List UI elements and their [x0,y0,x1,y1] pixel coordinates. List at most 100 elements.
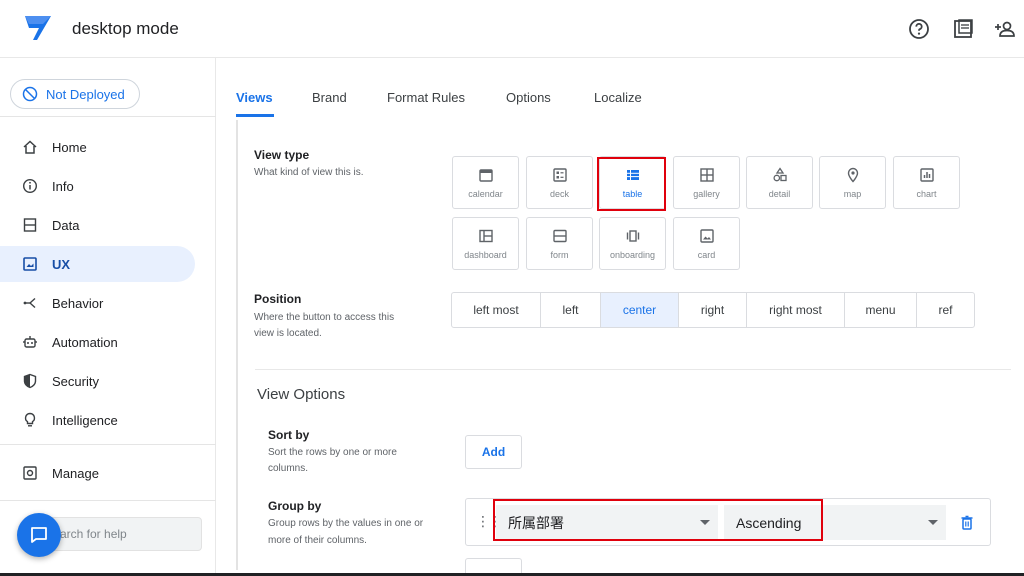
cloud-off-icon [22,86,38,102]
view-type-onboarding[interactable]: onboarding [599,217,666,270]
sidebar-item-security[interactable]: Security [0,363,195,399]
active-tab-indicator [236,114,274,117]
position-menu[interactable]: menu [845,293,917,327]
view-type-label: detail [768,188,791,199]
map-pin-icon [847,167,858,183]
sidebar: Not Deployed Home Info Data UX Behavior … [0,58,216,576]
position-segmented-control: left most left center right right most m… [451,292,975,328]
sidebar-divider [0,500,216,501]
home-icon [23,140,37,154]
deploy-status-label: Not Deployed [46,86,125,102]
manage-icon [23,466,37,480]
view-type-label: chart [916,188,937,199]
view-type-title: View type [254,148,310,162]
view-type-calendar[interactable]: calendar [452,156,519,209]
sidebar-item-label: Intelligence [52,412,118,428]
tab-options[interactable]: Options [506,90,551,105]
view-type-label: map [843,188,862,199]
chat-button[interactable] [17,513,61,557]
detail-icon [772,166,787,181]
help-search-placeholder: arch for help [60,527,127,541]
top-bar: desktop mode [0,0,1024,58]
view-options-heading: View Options [257,386,346,403]
card-icon [699,228,714,243]
sidebar-item-label: Security [52,373,99,389]
sidebar-item-label: Behavior [52,295,104,311]
gallery-icon [699,167,714,182]
sidebar-item-automation[interactable]: Automation [0,324,195,360]
sidebar-divider [0,444,216,445]
position-ref[interactable]: ref [917,293,974,327]
view-type-dashboard[interactable]: dashboard [452,217,519,270]
view-type-label: calendar [468,188,503,199]
position-center[interactable]: center [601,293,679,327]
view-type-chart[interactable]: chart [893,156,960,209]
chat-icon [31,527,47,543]
dashboard-icon [478,229,493,242]
info-icon [22,178,38,194]
deploy-status-button[interactable]: Not Deployed [10,79,140,109]
sidebar-item-manage[interactable]: Manage [0,455,195,491]
sidebar-item-label: UX [52,256,71,272]
sidebar-item-info[interactable]: Info [0,168,195,204]
view-type-detail[interactable]: detail [746,156,813,209]
sidebar-item-behavior[interactable]: Behavior [0,285,195,321]
sidebar-item-data[interactable]: Data [0,207,195,243]
sidebar-item-ux[interactable]: UX [0,246,195,282]
sidebar-item-label: Automation [52,334,118,350]
group-by-description-line1: Group rows by the values in one or [268,518,424,529]
view-type-label: card [697,249,716,260]
group-by-title: Group by [268,499,322,513]
app-title: desktop mode [72,19,179,38]
view-type-card[interactable]: card [673,217,740,270]
sort-by-description-line1: Sort the rows by one or more [268,447,397,458]
ux-icon [23,257,37,271]
tab-format-rules[interactable]: Format Rules [387,90,465,105]
chart-icon [919,167,934,182]
sidebar-divider [0,116,216,117]
view-type-gallery[interactable]: gallery [673,156,740,209]
sidebar-item-label: Info [52,178,74,194]
add-person-icon[interactable] [994,18,1016,40]
automation-icon [23,336,37,348]
chevron-down-icon [928,520,938,525]
section-divider [255,369,1011,370]
sort-add-button[interactable]: Add [465,435,522,469]
sort-by-title: Sort by [268,428,310,442]
position-right-most[interactable]: right most [747,293,845,327]
tab-views[interactable]: Views [236,90,273,105]
view-type-label: gallery [693,188,720,199]
sort-by-description-line2: columns. [268,463,309,474]
group-by-description-line2: more of their columns. [268,535,367,546]
calendar-icon [478,168,493,182]
docs-icon[interactable] [952,18,974,40]
position-left-most[interactable]: left most [452,293,541,327]
view-type-deck[interactable]: deck [526,156,593,209]
position-right[interactable]: right [679,293,747,327]
onboarding-icon [626,229,639,242]
sidebar-item-home[interactable]: Home [0,129,195,165]
position-left[interactable]: left [541,293,601,327]
position-description-line1: Where the button to access this [254,312,395,323]
form-icon [552,229,567,242]
tab-brand[interactable]: Brand [312,90,347,105]
view-type-label: dashboard [464,249,507,260]
view-type-description: What kind of view this is. [254,167,364,178]
position-description-line2: view is located. [254,328,322,339]
tab-localize[interactable]: Localize [594,90,642,105]
view-type-map[interactable]: map [819,156,886,209]
help-icon[interactable] [908,18,930,40]
delete-icon[interactable] [960,515,974,531]
view-type-label: form [550,249,569,260]
position-title: Position [254,292,302,306]
content-scrollbar[interactable] [236,120,238,570]
sidebar-item-intelligence[interactable]: Intelligence [0,402,195,438]
view-type-form[interactable]: form [526,217,593,270]
view-type-label: deck [549,188,569,199]
highlight-box-group-by [493,499,823,541]
sidebar-item-label: Data [52,217,80,233]
data-icon [23,218,37,232]
highlight-box-table [597,157,666,211]
app-logo-icon[interactable] [23,14,53,42]
sidebar-item-label: Home [52,139,87,155]
